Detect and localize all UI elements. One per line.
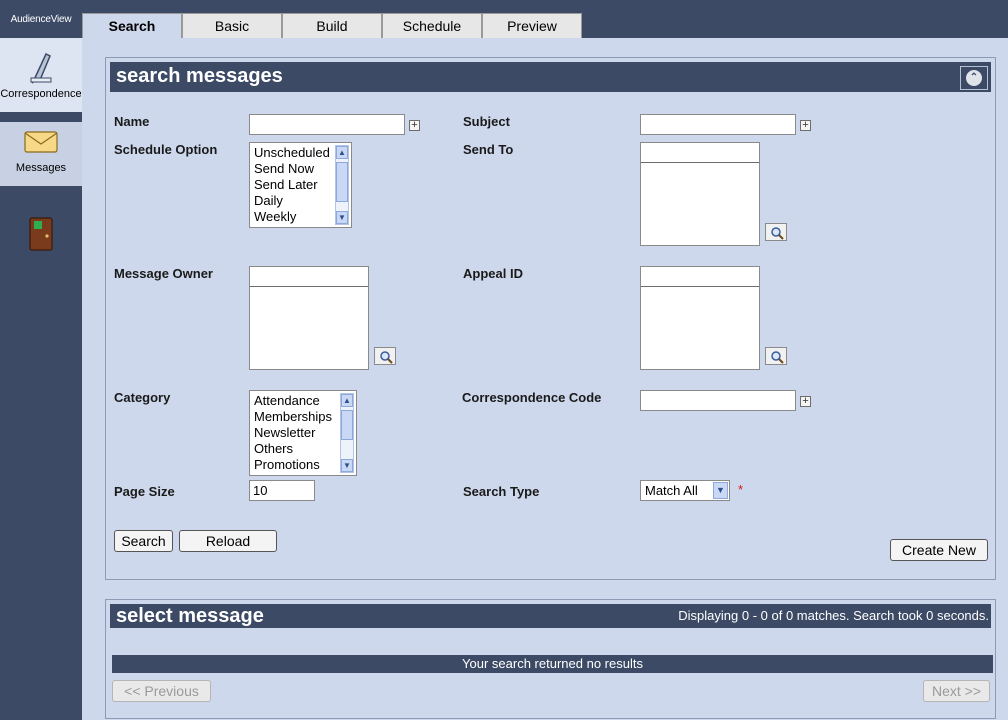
appeal-label: Appeal ID — [463, 266, 523, 281]
category-scrollbar[interactable]: ▲ ▼ — [340, 393, 354, 473]
owner-label: Message Owner — [114, 266, 213, 281]
collapse-icon: ⌃ — [966, 70, 982, 86]
results-status: Displaying 0 - 0 of 0 matches. Search to… — [678, 608, 989, 623]
exit-door-icon — [29, 217, 53, 251]
envelope-icon — [24, 131, 58, 153]
search-type-select[interactable]: Match All ▼ — [640, 480, 730, 501]
category-label: Category — [114, 390, 171, 405]
collapse-button[interactable]: ⌃ — [960, 66, 988, 90]
nav-messages-label: Messages — [15, 162, 67, 174]
reload-button[interactable]: Reload — [179, 530, 277, 552]
nav-messages[interactable]: Messages — [0, 122, 82, 186]
tab-build[interactable]: Build — [282, 13, 382, 38]
appeal-picker[interactable] — [640, 266, 760, 370]
sendto-picker[interactable] — [640, 142, 760, 246]
main-content: search messages ⌃ Name + Subject + Sched… — [82, 38, 1008, 720]
corr-code-input[interactable] — [640, 390, 796, 411]
owner-picker[interactable] — [249, 266, 369, 370]
magnifier-icon — [380, 351, 393, 364]
quill-icon — [30, 52, 52, 84]
search-type-label: Search Type — [463, 484, 540, 499]
owner-input[interactable] — [250, 267, 368, 287]
tab-search[interactable]: Search — [82, 13, 182, 39]
results-header: select message Displaying 0 - 0 of 0 mat… — [110, 604, 991, 628]
search-type-value: Match All — [645, 483, 698, 498]
scroll-up-icon[interactable]: ▲ — [336, 146, 348, 159]
scroll-thumb[interactable] — [336, 162, 348, 202]
create-new-button[interactable]: Create New — [890, 539, 988, 561]
schedule-scrollbar[interactable]: ▲ ▼ — [335, 145, 349, 225]
category-listbox[interactable]: Attendance Memberships Newsletter Others… — [249, 390, 357, 476]
magnifier-icon — [771, 351, 784, 364]
search-header: search messages ⌃ — [110, 62, 991, 92]
required-mark: * — [738, 482, 744, 497]
schedule-listbox[interactable]: Unscheduled Send Now Send Later Daily We… — [249, 142, 352, 228]
nav-correspondence[interactable]: Correspondence — [0, 38, 82, 112]
name-expand-icon[interactable]: + — [409, 120, 420, 131]
nav-exit[interactable] — [0, 214, 82, 254]
brand-label: AudienceView — [10, 14, 72, 25]
appeal-lookup-button[interactable] — [765, 347, 787, 365]
page-size-input[interactable] — [249, 480, 315, 501]
name-label: Name — [114, 114, 150, 129]
scroll-down-icon[interactable]: ▼ — [336, 211, 348, 224]
schedule-label: Schedule Option — [114, 142, 218, 157]
scroll-down-icon[interactable]: ▼ — [341, 459, 353, 472]
subject-input[interactable] — [640, 114, 796, 135]
chevron-down-icon[interactable]: ▼ — [713, 482, 728, 499]
nav-correspondence-label: Correspondence — [0, 88, 82, 100]
magnifier-icon — [771, 227, 784, 240]
tab-preview[interactable]: Preview — [482, 13, 582, 38]
results-panel: select message Displaying 0 - 0 of 0 mat… — [105, 599, 996, 719]
owner-lookup-button[interactable] — [374, 347, 396, 365]
next-button[interactable]: Next >> — [923, 680, 990, 702]
tab-schedule[interactable]: Schedule — [382, 13, 482, 38]
sendto-label: Send To — [463, 142, 514, 157]
name-input[interactable] — [249, 114, 405, 135]
page-size-label: Page Size — [114, 484, 175, 499]
corr-code-expand-icon[interactable]: + — [800, 396, 811, 407]
scroll-up-icon[interactable]: ▲ — [341, 394, 353, 407]
corr-code-label: Correspondence Code — [462, 390, 602, 405]
sendto-lookup-button[interactable] — [765, 223, 787, 241]
search-title: search messages — [116, 65, 283, 87]
previous-button[interactable]: << Previous — [112, 680, 211, 702]
scroll-thumb[interactable] — [341, 410, 353, 440]
search-panel: search messages ⌃ Name + Subject + Sched… — [105, 57, 996, 580]
sendto-input[interactable] — [641, 143, 759, 163]
appeal-input[interactable] — [641, 267, 759, 287]
left-navigation: AudienceView Correspondence Messages — [0, 0, 82, 720]
search-button[interactable]: Search — [114, 530, 173, 552]
subject-expand-icon[interactable]: + — [800, 120, 811, 131]
results-title: select message — [116, 605, 264, 627]
tab-basic[interactable]: Basic — [182, 13, 282, 38]
no-results-banner: Your search returned no results — [112, 655, 993, 673]
subject-label: Subject — [463, 114, 510, 129]
